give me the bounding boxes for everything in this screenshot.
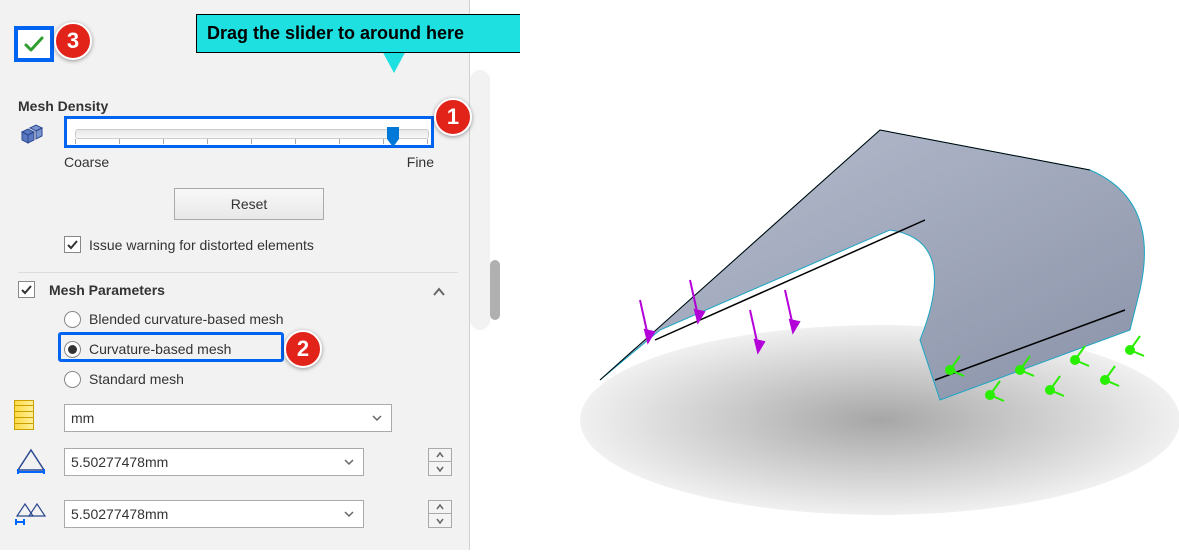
warn-label: Issue warning for distorted elements xyxy=(89,237,314,253)
scrollbar-thumb[interactable] xyxy=(490,260,500,320)
spinner-up[interactable] xyxy=(429,501,451,514)
reset-label: Reset xyxy=(231,196,268,212)
check-icon xyxy=(20,283,33,296)
mesh-params-header[interactable]: Mesh Parameters xyxy=(18,272,458,298)
radio-icon xyxy=(64,371,81,388)
max-size-input[interactable]: 5.50277478mm xyxy=(64,448,364,476)
confirm-button[interactable] xyxy=(14,26,54,62)
slider-notches xyxy=(75,139,429,145)
min-size-input[interactable]: 5.50277478mm xyxy=(64,500,364,528)
min-size-spinner xyxy=(428,500,452,528)
step-badge-1: 1 xyxy=(434,98,472,136)
step-badge-2: 2 xyxy=(284,330,322,368)
max-size-value: 5.50277478mm xyxy=(71,454,168,470)
radio-blended[interactable]: Blended curvature-based mesh xyxy=(64,304,284,334)
tutorial-callout: Drag the slider to around here xyxy=(196,14,536,53)
chevron-down-icon xyxy=(365,407,389,429)
radio-standard[interactable]: Standard mesh xyxy=(64,364,284,394)
mesh-density-title: Mesh Density xyxy=(0,94,108,118)
chevron-up-icon[interactable] xyxy=(430,283,448,301)
warn-row: Issue warning for distorted elements xyxy=(64,236,314,253)
slider-thumb[interactable] xyxy=(385,125,401,149)
mesh-panel: Mesh Density Coarse Fine Reset Issu xyxy=(0,0,470,550)
max-size-field: 5.50277478mm xyxy=(64,448,392,476)
scrollbar-track[interactable] xyxy=(470,70,490,330)
radio-blended-label: Blended curvature-based mesh xyxy=(89,311,284,327)
radio-curvature-label: Curvature-based mesh xyxy=(89,341,231,357)
radio-icon xyxy=(64,311,81,328)
min-size-icon xyxy=(14,500,48,526)
radio-curvature[interactable]: Curvature-based mesh xyxy=(64,334,284,364)
reset-button[interactable]: Reset xyxy=(174,188,324,220)
radio-icon xyxy=(64,341,81,358)
radio-standard-label: Standard mesh xyxy=(89,371,184,387)
chevron-down-icon[interactable] xyxy=(337,451,361,473)
max-size-spinner xyxy=(428,448,452,476)
unit-select[interactable]: mm xyxy=(64,404,392,432)
fine-label: Fine xyxy=(407,154,434,170)
mesh-params-title: Mesh Parameters xyxy=(49,282,165,298)
slider-track xyxy=(75,129,429,139)
mesh-type-radios: Blended curvature-based mesh Curvature-b… xyxy=(64,304,284,394)
step-badge-3: 3 xyxy=(54,22,92,60)
ruler-icon xyxy=(14,400,34,430)
unit-value: mm xyxy=(71,410,94,426)
check-icon xyxy=(66,238,79,251)
3d-viewport[interactable] xyxy=(520,0,1179,550)
chevron-down-icon[interactable] xyxy=(337,503,361,525)
min-size-value: 5.50277478mm xyxy=(71,506,168,522)
coarse-label: Coarse xyxy=(64,154,109,170)
callout-text: Drag the slider to around here xyxy=(207,23,464,43)
slider-labels: Coarse Fine xyxy=(64,154,434,170)
density-slider[interactable] xyxy=(64,116,434,148)
spinner-down[interactable] xyxy=(429,462,451,475)
mesh-params-checkbox[interactable] xyxy=(18,281,35,298)
max-size-icon xyxy=(14,448,48,474)
min-size-field: 5.50277478mm xyxy=(64,500,392,528)
spinner-down[interactable] xyxy=(429,514,451,527)
spinner-up[interactable] xyxy=(429,449,451,462)
warn-checkbox[interactable] xyxy=(64,236,81,253)
check-icon xyxy=(22,32,46,56)
mesh-density-icon xyxy=(16,122,48,150)
